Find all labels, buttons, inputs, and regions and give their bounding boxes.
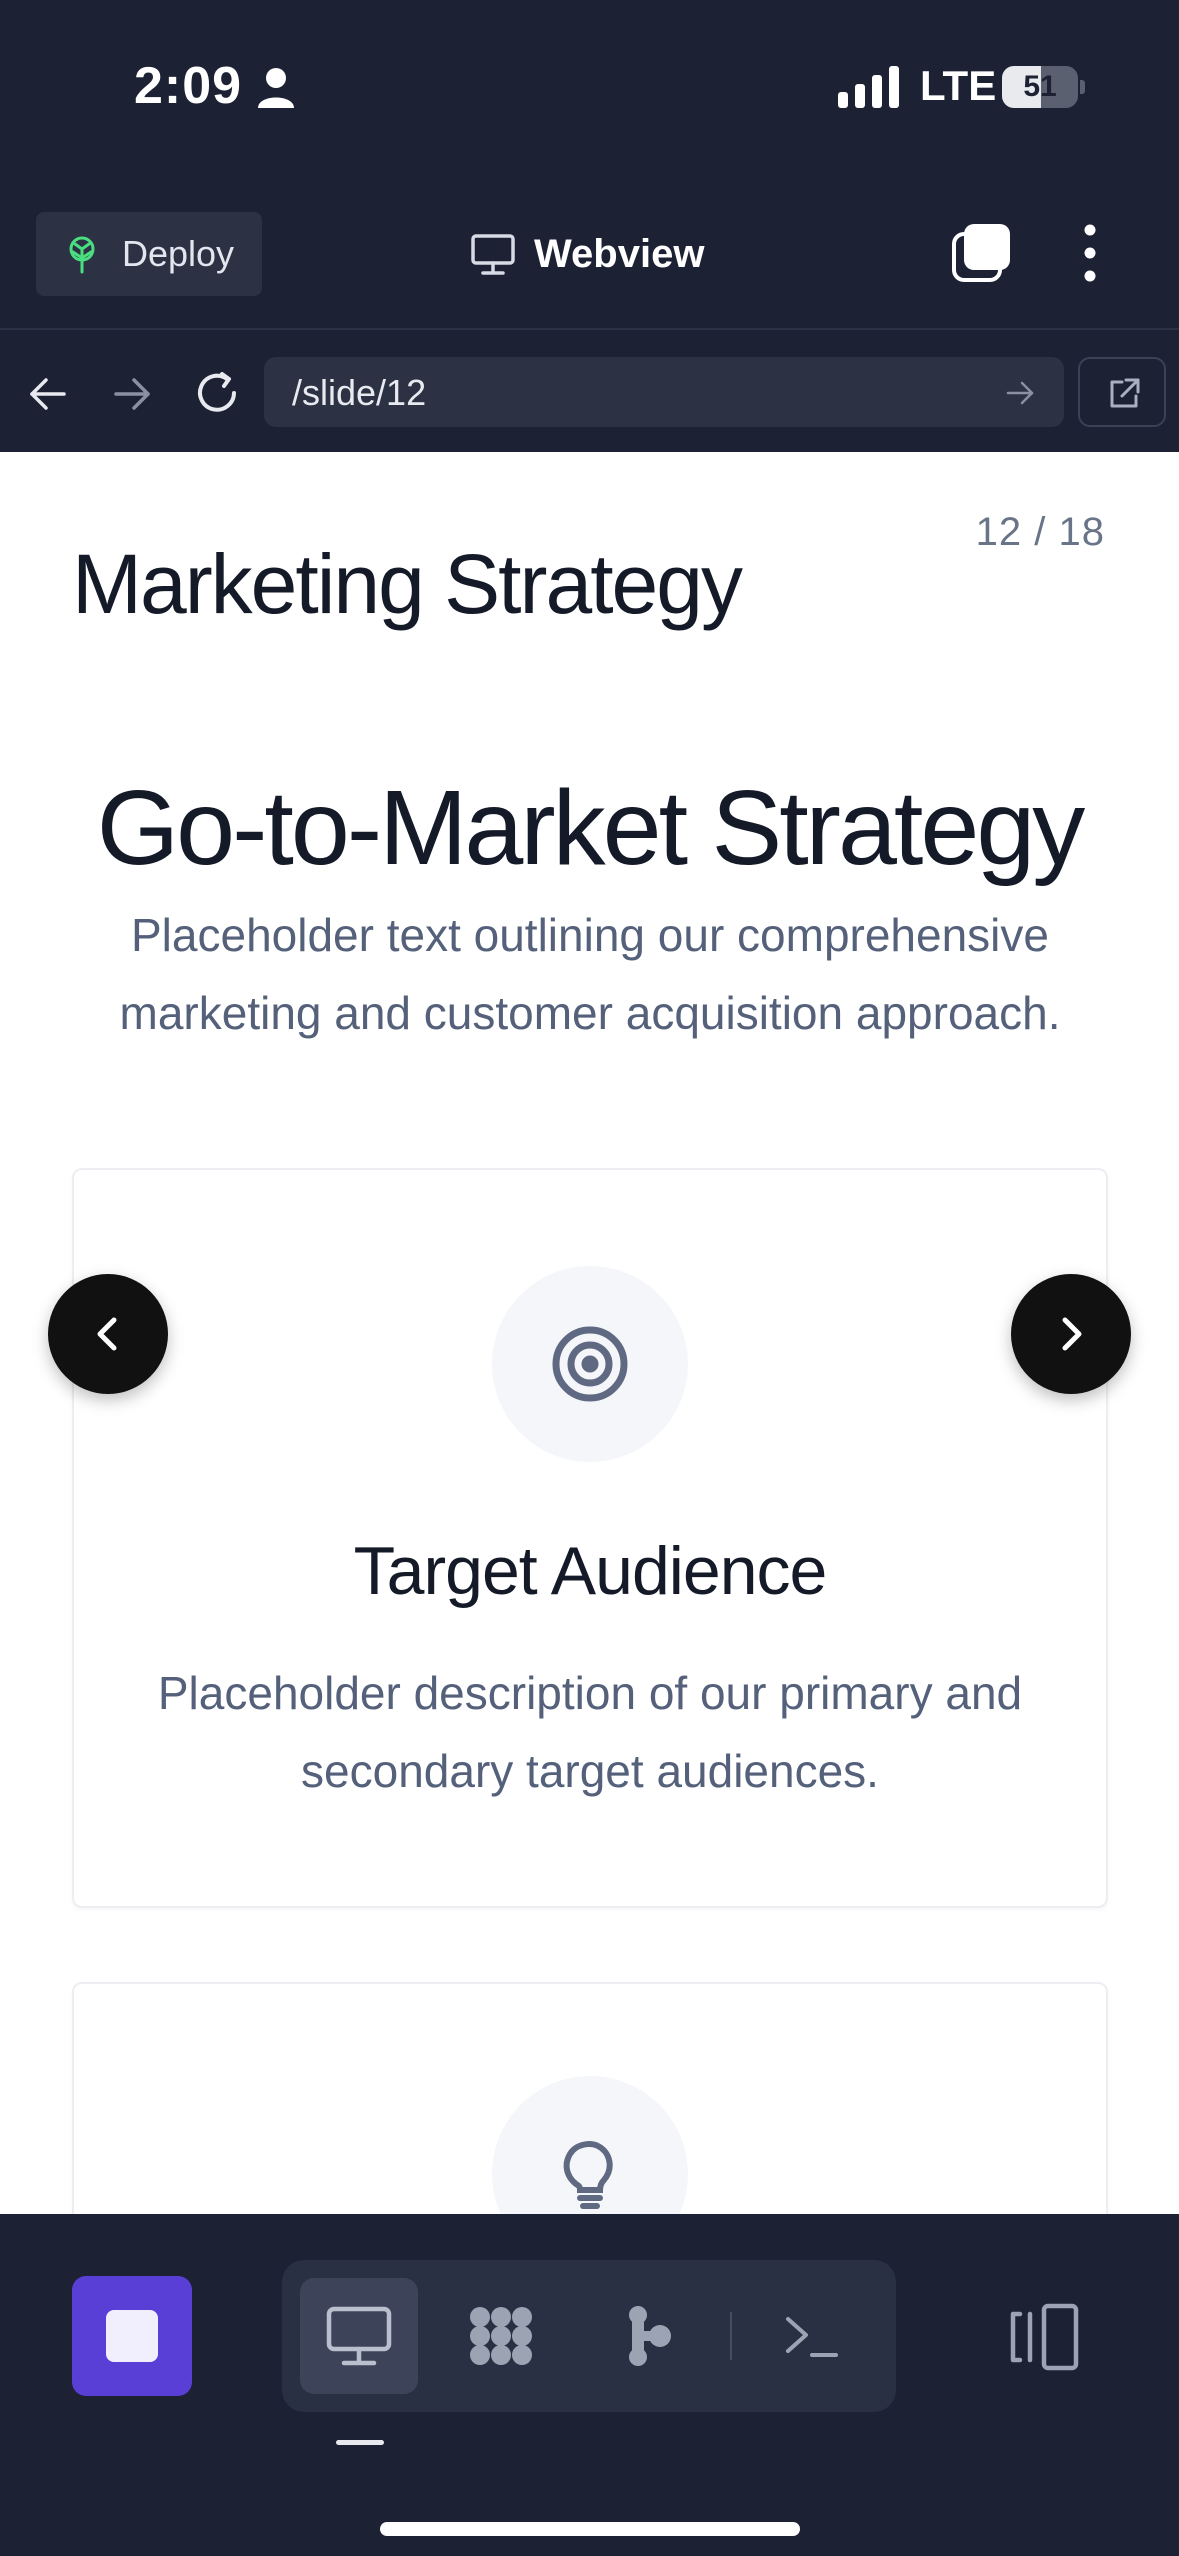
forward-arrow-icon[interactable] — [110, 372, 154, 416]
section-subtitle: Placeholder text outlining our comprehen… — [119, 909, 1061, 1039]
card-icon-circle — [492, 1266, 688, 1462]
blocks-icon — [470, 2307, 532, 2365]
webview-label: Webview — [534, 232, 705, 276]
section-title: Go-to-Market Strategy — [96, 769, 1086, 887]
deploy-label: Deploy — [122, 233, 235, 274]
status-time: 2:09 — [134, 57, 243, 115]
more-options-icon[interactable] — [1070, 222, 1110, 284]
flow-view-button[interactable] — [586, 2278, 704, 2394]
layout-toggle-icon[interactable] — [1008, 2300, 1082, 2374]
strategy-card: Target Audience Placeholder description … — [72, 1168, 1108, 1908]
back-arrow-icon[interactable] — [26, 372, 70, 416]
deploy-icon — [69, 236, 95, 274]
signal-icon — [838, 66, 899, 108]
deploy-button[interactable]: Deploy — [36, 212, 262, 296]
url-text: /slide/12 — [292, 372, 427, 413]
webview-content: 12 / 18 Marketing Strategy Go-to-Market … — [0, 452, 1179, 2214]
card-icon-circle — [492, 2076, 688, 2214]
view-divider — [730, 2312, 732, 2360]
slide-counter: 12 / 18 — [975, 510, 1105, 554]
chevron-left-icon — [97, 1317, 117, 1351]
stop-button[interactable] — [72, 2276, 192, 2396]
target-icon — [552, 1326, 628, 1402]
url-input[interactable]: /slide/12 — [264, 357, 1064, 427]
webview-view-button[interactable] — [300, 2278, 418, 2394]
card-title: Target Audience — [353, 1533, 828, 1609]
flow-icon — [629, 2306, 671, 2366]
card-description: Placeholder description of our primary a… — [157, 1667, 1023, 1797]
app-header: Deploy Webview — [0, 180, 1179, 330]
battery-icon: 51 — [1002, 66, 1085, 108]
battery-level: 51 — [1023, 70, 1057, 103]
active-view-indicator — [336, 2440, 384, 2445]
tabs-icon[interactable] — [950, 222, 1012, 284]
person-icon — [258, 68, 294, 108]
network-type: LTE — [920, 62, 997, 109]
go-arrow-icon[interactable] — [1004, 377, 1036, 409]
blocks-view-button[interactable] — [442, 2278, 560, 2394]
monitor-icon — [326, 2306, 392, 2366]
reload-icon[interactable] — [192, 368, 242, 418]
stop-icon — [106, 2310, 158, 2362]
url-bar: /slide/12 — [0, 332, 1179, 452]
strategy-card — [72, 1982, 1108, 2214]
chevron-right-icon — [1062, 1317, 1082, 1351]
lightbulb-icon — [563, 2141, 613, 2209]
bottom-toolbar — [0, 2214, 1179, 2556]
external-link-icon — [1110, 378, 1140, 408]
home-indicator[interactable] — [380, 2522, 800, 2536]
terminal-icon — [786, 2317, 838, 2357]
next-slide-button[interactable] — [1011, 1274, 1131, 1394]
view-switcher — [282, 2260, 896, 2412]
open-external-button[interactable] — [1078, 357, 1166, 427]
terminal-view-button[interactable] — [752, 2278, 870, 2394]
status-bar: 2:09 LTE 51 — [0, 0, 1179, 180]
deck-title: Marketing Strategy — [72, 537, 743, 631]
monitor-icon — [471, 234, 515, 275]
previous-slide-button[interactable] — [48, 1274, 168, 1394]
